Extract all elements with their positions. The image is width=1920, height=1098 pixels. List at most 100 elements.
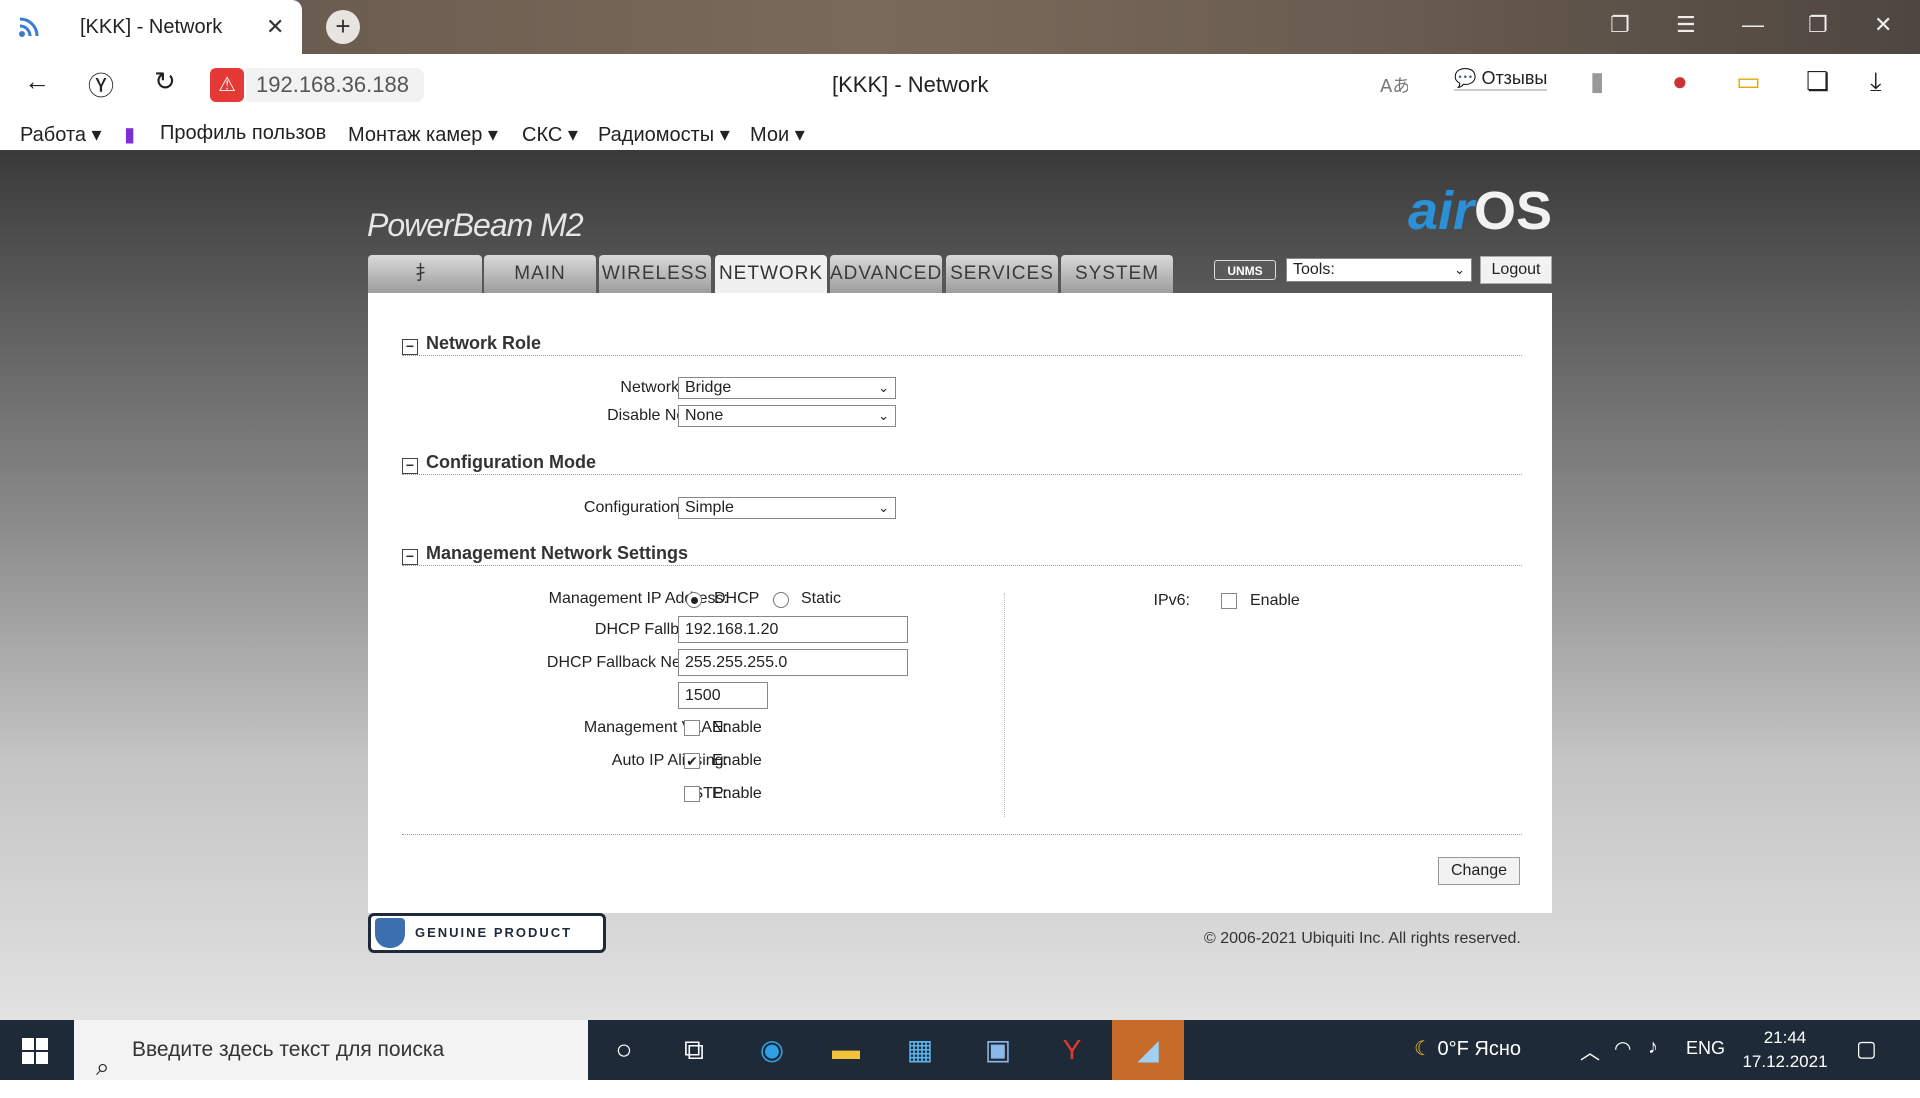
notifications-icon[interactable]: ▢ [1856, 1036, 1877, 1062]
search-icon: ⌕ [96, 1054, 110, 1081]
product-logo: PowerBeam M2 [367, 207, 584, 243]
cortana-icon[interactable]: ○ [594, 1020, 654, 1080]
section-title: Network Role [426, 333, 542, 353]
ipv6-checkbox[interactable] [1221, 593, 1237, 609]
collapse-icon[interactable]: − [402, 458, 418, 474]
bookmark-profile[interactable]: Профиль пользов [160, 122, 326, 145]
reviews-button[interactable]: 💬 Отзывы [1454, 68, 1548, 91]
tab-network[interactable]: NETWORK [715, 255, 827, 293]
tools-select[interactable]: Tools: ⌄ [1286, 258, 1472, 282]
url-field[interactable]: 192.168.36.188 [246, 68, 424, 102]
divider [402, 355, 1522, 356]
bookmark-radiomosty[interactable]: Радиомосты ▾ [598, 122, 730, 147]
mgmt-ip-label: Management IP Address: [548, 590, 728, 607]
app-icon-active[interactable]: ◢ [1112, 1020, 1184, 1080]
column-divider [1004, 593, 1005, 817]
ubiquiti-logo-icon: ⺘ [414, 263, 435, 284]
windows-start-icon[interactable] [22, 1038, 48, 1064]
search-placeholder: Введите здесь текст для поиска [132, 1038, 445, 1061]
volume-icon[interactable]: ♪ [1648, 1036, 1658, 1059]
dhcp-radio[interactable] [686, 592, 702, 608]
yandex-browser-icon[interactable]: Y [1042, 1020, 1102, 1080]
tools-select-value: Tools: [1293, 261, 1335, 278]
stp-checkbox[interactable] [684, 786, 700, 802]
tab-title: [KKK] - Network [80, 16, 223, 38]
close-window-icon[interactable]: ✕ [1874, 12, 1892, 38]
task-view-icon[interactable]: ⧉ [664, 1020, 724, 1080]
tab-main[interactable]: MAIN [484, 255, 596, 293]
store-icon[interactable]: ▦ [890, 1020, 950, 1080]
download-icon[interactable]: ⤓ [1870, 66, 1882, 98]
new-tab-button[interactable]: + [326, 10, 360, 44]
profile-icon: ▮ [124, 124, 136, 146]
checkmark-icon: ✔ [686, 753, 698, 769]
change-button[interactable]: Change [1438, 857, 1520, 885]
tab-advanced[interactable]: ADVANCED [830, 255, 942, 293]
configuration-mode-select[interactable]: Simple ⌄ [678, 497, 896, 519]
divider [402, 474, 1522, 475]
bookmark-icon[interactable]: ▮ [1590, 66, 1604, 97]
section-network-role[interactable]: − Network Role [402, 333, 541, 355]
collections-icon[interactable]: ❐ [1610, 12, 1630, 38]
yandex-icon[interactable]: Ⓨ [88, 66, 114, 103]
wifi-icon[interactable]: ◠ [1614, 1036, 1631, 1061]
tab-ubnt-logo[interactable]: ⺘ [368, 255, 482, 293]
weather-widget[interactable]: ☾ 0°F Ясно [1414, 1036, 1521, 1061]
reload-icon[interactable]: ↻ [154, 66, 176, 97]
bookmarks-bar: Работа ▾ ▮ Профиль пользов Монтаж камер … [0, 114, 1920, 150]
translate-icon[interactable]: Aあ [1380, 70, 1408, 98]
bookmark-sks[interactable]: СКС ▾ [522, 122, 578, 147]
divider [402, 565, 1522, 566]
insecure-connection-icon[interactable]: ⚠ [210, 68, 244, 102]
extension-icon[interactable]: ● [1672, 66, 1688, 97]
section-configuration-mode[interactable]: − Configuration Mode [402, 452, 596, 474]
mtu-input[interactable]: 1500 [678, 682, 768, 709]
logout-button[interactable]: Logout [1480, 256, 1552, 284]
chevron-up-icon[interactable]: ︿ [1580, 1036, 1600, 1065]
airos-page: PowerBeam M2 air OS ⺘ MAIN WIRELESS NETW… [0, 150, 1920, 1020]
network-settings-panel: − Network Role Network Mode: Bridge ⌄ Disa… [368, 293, 1552, 913]
disable-network-value: None [685, 407, 724, 424]
section-title: Management Network Settings [426, 543, 689, 563]
chat-icon: 💬 [1454, 68, 1477, 88]
bookmark-rabota[interactable]: Работа ▾ [20, 122, 102, 147]
minimize-icon[interactable]: — [1742, 12, 1764, 38]
configuration-mode-value: Simple [685, 499, 734, 516]
bookmark-moi[interactable]: Мои ▾ [750, 122, 805, 147]
reviews-label: Отзывы [1481, 68, 1548, 88]
section-management-network[interactable]: − Management Network Settings [402, 543, 688, 565]
moon-icon: ☾ [1414, 1038, 1432, 1060]
back-icon[interactable]: ← [24, 66, 50, 97]
dhcp-fallback-netmask-input[interactable]: 255.255.255.0 [678, 649, 908, 676]
bookmark-montazh[interactable]: Монтаж камер ▾ [348, 122, 498, 147]
tab-services[interactable]: SERVICES [946, 255, 1058, 293]
mgmt-vlan-checkbox[interactable] [684, 720, 700, 736]
dhcp-label: DHCP [714, 590, 760, 607]
chevron-down-icon: ⌄ [878, 380, 889, 395]
taskbar-search[interactable]: ⌕ Введите здесь текст для поиска [74, 1020, 588, 1081]
tab-wireless[interactable]: WIRELESS [599, 255, 711, 293]
remote-desktop-icon[interactable]: ▣ [968, 1020, 1028, 1080]
unms-badge[interactable]: UNMS [1214, 260, 1276, 280]
network-mode-select[interactable]: Bridge ⌄ [678, 377, 896, 399]
collapse-icon[interactable]: − [402, 339, 418, 355]
auto-ip-aliasing-checkbox[interactable]: ✔ [684, 753, 700, 769]
system-clock[interactable]: 21:44 17.12.2021 [1740, 1026, 1830, 1074]
close-tab-icon[interactable]: ✕ [266, 14, 284, 40]
browser-tab[interactable]: [KKK] - Network ✕ [0, 0, 302, 54]
tab-system[interactable]: SYSTEM [1061, 255, 1173, 293]
restore-icon[interactable]: ❐ [1808, 12, 1828, 38]
disable-network-select[interactable]: None ⌄ [678, 405, 896, 427]
windows-taskbar: ⌕ Введите здесь текст для поиска ○ ⧉ ◉ ▬ … [0, 1020, 1920, 1081]
dhcp-fallback-ip-input[interactable]: 192.168.1.20 [678, 616, 908, 643]
chevron-down-icon: ⌄ [878, 500, 889, 515]
static-radio[interactable] [773, 592, 789, 608]
language-indicator[interactable]: ENG [1686, 1038, 1725, 1059]
rss-icon [19, 17, 39, 37]
menu-icon[interactable]: ☰ [1676, 12, 1696, 38]
file-explorer-icon[interactable]: ▬ [816, 1020, 876, 1080]
collapse-icon[interactable]: − [402, 549, 418, 565]
clipboard-icon[interactable]: ❏ [1806, 66, 1829, 97]
edge-icon[interactable]: ◉ [742, 1020, 802, 1080]
battery-icon[interactable]: ▭ [1736, 66, 1761, 97]
